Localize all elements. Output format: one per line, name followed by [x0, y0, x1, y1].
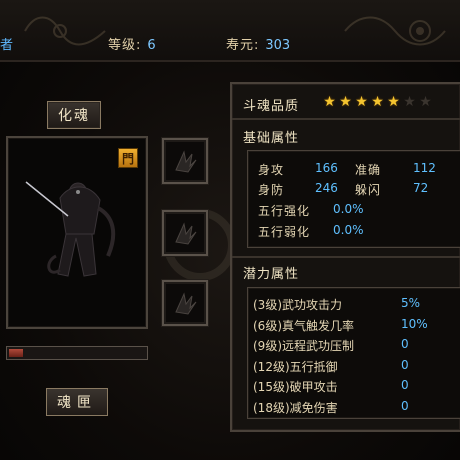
- potential-item-value: 0: [401, 337, 409, 351]
- clan-badge-icon[interactable]: 門: [118, 148, 138, 168]
- skill-slot-3[interactable]: [162, 280, 208, 326]
- hunxia-button[interactable]: 魂匣: [46, 388, 108, 416]
- claw-skill-icon: [175, 150, 197, 173]
- potential-item-label: (3级)武功攻击力: [253, 298, 342, 312]
- potential-item-label: (6级)真气触发几率: [253, 318, 354, 333]
- divider-top: [232, 118, 460, 120]
- accuracy-label: 准确: [355, 163, 382, 177]
- basic-attributes-title: 基础属性: [243, 131, 300, 146]
- claw-skill-icon: [175, 222, 197, 245]
- potential-item-value: 5%: [401, 296, 421, 310]
- ornament-pattern-left: [24, 16, 106, 46]
- soul-quality-stars: ★ ★ ★ ★ ★ ★ ★: [322, 94, 433, 110]
- attack-value: 166: [315, 161, 338, 175]
- level-label: 等级:: [108, 38, 142, 53]
- ornament-pattern-right: [344, 16, 446, 46]
- wuxing-strengthen-label: 五行强化: [258, 204, 311, 218]
- star-filled-icon: ★: [323, 94, 336, 110]
- star-filled-icon: ★: [387, 94, 400, 110]
- potential-item-label: (12级)五行抵御: [253, 359, 338, 374]
- wuxing-strengthen-value: 0.0%: [333, 202, 364, 216]
- potential-item-label: (18级)减免伤害: [253, 400, 338, 415]
- potential-item-value: 0: [401, 378, 409, 392]
- wuxing-weaken-label: 五行弱化: [258, 225, 311, 239]
- lifespan-stat: 寿元: 303: [226, 34, 290, 53]
- potential-attributes-title: 潜力属性: [243, 267, 300, 282]
- lifespan-label: 寿元:: [226, 38, 260, 53]
- dodge-label: 躲闪: [355, 183, 382, 197]
- skill-slot-1[interactable]: [162, 138, 208, 184]
- attack-label: 身攻: [258, 163, 285, 177]
- character-name-fragment: 者: [0, 38, 14, 53]
- potential-item-value: 0: [401, 357, 409, 372]
- huahun-button[interactable]: 化魂: [47, 101, 101, 129]
- star-empty-icon: ★: [403, 94, 416, 110]
- potential-item-label: (15级)破甲攻击: [253, 380, 338, 394]
- claw-skill-icon: [175, 292, 197, 315]
- star-filled-icon: ★: [355, 94, 368, 110]
- potential-item-value: 10%: [401, 316, 428, 331]
- soul-progress-bar: [6, 346, 148, 360]
- lifespan-value: 303: [265, 38, 291, 53]
- level-stat: 等级: 6: [108, 34, 156, 53]
- potential-item-value: 0: [401, 398, 409, 413]
- level-value: 6: [147, 38, 156, 53]
- soul-progress-fill: [9, 349, 23, 357]
- accuracy-value: 112: [413, 161, 436, 175]
- defense-label: 身防: [258, 183, 285, 197]
- star-filled-icon: ★: [371, 94, 384, 110]
- wuxing-weaken-value: 0.0%: [333, 223, 364, 237]
- top-info-bar: 者 等级: 6 寿元: 303: [0, 0, 460, 62]
- defense-value: 246: [315, 181, 338, 195]
- potential-item-label: (9级)远程武功压制: [253, 339, 354, 353]
- star-empty-icon: ★: [419, 94, 432, 110]
- soul-info-window: 者 等级: 6 寿元: 303 化魂 門 魂匣 斗魂品质 ★ ★ ★ ★ ★ ★…: [0, 0, 460, 460]
- skill-slot-2[interactable]: [162, 210, 208, 256]
- dodge-value: 72: [413, 181, 429, 195]
- soul-quality-label: 斗魂品质: [243, 99, 300, 114]
- star-filled-icon: ★: [339, 94, 352, 110]
- divider-middle: [232, 256, 460, 258]
